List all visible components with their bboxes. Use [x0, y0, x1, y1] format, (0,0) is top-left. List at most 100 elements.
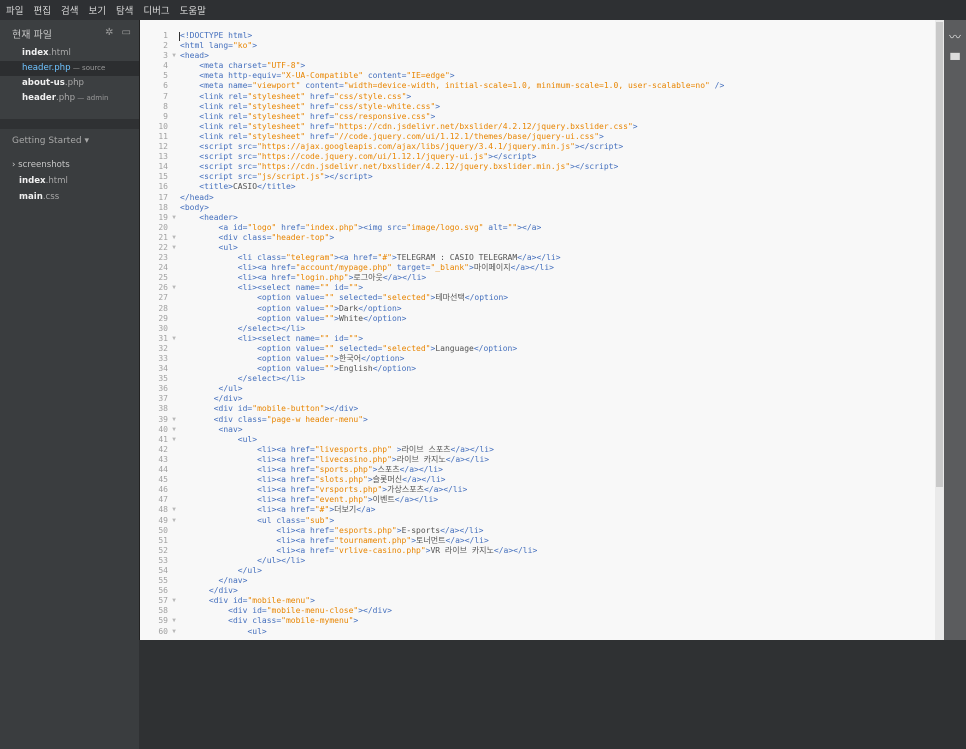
- extension-manager-icon[interactable]: ▀: [944, 53, 966, 67]
- fold-arrow-icon[interactable]: ▼: [168, 596, 180, 606]
- code-line[interactable]: 60 ▼ <ul>: [140, 627, 724, 637]
- code-line[interactable]: 55 </nav>: [140, 576, 724, 586]
- fold-arrow-icon[interactable]: ▼: [168, 516, 180, 526]
- fold-arrow-icon[interactable]: ▼: [168, 233, 180, 243]
- code-line[interactable]: 46 <li><a href="vrsports.php">가상스포츠</a><…: [140, 485, 724, 495]
- code-line[interactable]: 6 <meta name="viewport" content="width=d…: [140, 81, 724, 91]
- working-file-item[interactable]: index.html: [0, 46, 139, 61]
- fold-arrow-icon[interactable]: ▼: [168, 435, 180, 445]
- code-line[interactable]: 21 ▼ <div class="header-top">: [140, 233, 724, 243]
- code-line[interactable]: 1 <!DOCTYPE html>: [140, 31, 724, 41]
- code-line[interactable]: 29 <option value="">White</option>: [140, 314, 724, 324]
- code-lines[interactable]: 1 <!DOCTYPE html> 2 <html lang="ko"> 3 ▼ <head…: [140, 31, 724, 637]
- code-line[interactable]: 49 ▼ <ul class="sub">: [140, 516, 724, 526]
- working-file-item[interactable]: header.php — admin: [0, 91, 139, 106]
- fold-arrow-icon[interactable]: ▼: [168, 505, 180, 515]
- tree-file[interactable]: index.html: [0, 173, 139, 189]
- menu-item[interactable]: 도움말: [180, 3, 206, 17]
- code-line[interactable]: 57 ▼ <div id="mobile-menu">: [140, 596, 724, 606]
- line-number: 44: [158, 465, 168, 475]
- menu-item[interactable]: 편집: [33, 3, 50, 17]
- code-line[interactable]: 16 <title>CASIO</title>: [140, 182, 724, 192]
- code-line[interactable]: 14 <script src="https://cdn.jsdelivr.net…: [140, 162, 724, 172]
- code-line[interactable]: 42 <li><a href="livesports.php" >라이브 스포츠…: [140, 445, 724, 455]
- code-line[interactable]: 52 <li><a href="vrlive-casino.php">VR 라이…: [140, 546, 724, 556]
- fold-gutter: [168, 586, 180, 596]
- code-line[interactable]: 51 <li><a href="tournament.php">토너먼트</a>…: [140, 536, 724, 546]
- working-file-item[interactable]: about-us.php: [0, 76, 139, 91]
- code-line[interactable]: 24 <li><a href="account/mypage.php" targ…: [140, 263, 724, 273]
- code-line[interactable]: 50 <li><a href="esports.php">E-sports</a…: [140, 526, 724, 536]
- fold-gutter: [168, 102, 180, 112]
- settings-gear-icon[interactable]: ✲: [105, 27, 113, 38]
- code-line[interactable]: 12 <script src="https://ajax.googleapis.…: [140, 142, 724, 152]
- code-line[interactable]: 40 ▼ <nav>: [140, 425, 724, 435]
- menu-item[interactable]: 검색: [61, 3, 78, 17]
- menu-item[interactable]: 디버그: [143, 3, 169, 17]
- vertical-scrollbar[interactable]: [935, 20, 944, 640]
- code-line[interactable]: 35 </select></li>: [140, 374, 724, 384]
- code-line[interactable]: 41 ▼ <ul>: [140, 435, 724, 445]
- fold-arrow-icon[interactable]: ▼: [168, 616, 180, 626]
- code-line[interactable]: 18 <body>: [140, 203, 724, 213]
- code-line[interactable]: 20 <a id="logo" href="index.php"><img sr…: [140, 223, 724, 233]
- code-line[interactable]: 22 ▼ <ul>: [140, 243, 724, 253]
- code-line[interactable]: 34 <option value="">English</option>: [140, 364, 724, 374]
- code-line[interactable]: 2 <html lang="ko">: [140, 41, 724, 51]
- tree-file[interactable]: main.css: [0, 189, 139, 205]
- menu-item[interactable]: 보기: [88, 3, 105, 17]
- code-line[interactable]: 26 ▼ <li><select name="" id="">: [140, 283, 724, 293]
- code-line[interactable]: 25 <li><a href="login.php">로그아웃</a></li>: [140, 273, 724, 283]
- code-line[interactable]: 43 <li><a href="livecasino.php">라이브 카지노<…: [140, 455, 724, 465]
- split-view-icon[interactable]: ▭: [122, 27, 131, 38]
- code-line[interactable]: 15 <script src="js/script.js"></script>: [140, 172, 724, 182]
- code-line[interactable]: 9 <link rel="stylesheet" href="css/respo…: [140, 112, 724, 122]
- code-editor[interactable]: 1 <!DOCTYPE html> 2 <html lang="ko"> 3 ▼ <head…: [139, 20, 936, 640]
- fold-arrow-icon[interactable]: ▼: [168, 334, 180, 344]
- code-line[interactable]: 11 <link rel="stylesheet" href="//code.j…: [140, 132, 724, 142]
- code-line[interactable]: 30 </select></li>: [140, 324, 724, 334]
- code-line[interactable]: 28 <option value="">Dark</option>: [140, 304, 724, 314]
- tree-folder[interactable]: › screenshots: [0, 157, 139, 173]
- working-file-item[interactable]: header.php — source: [0, 61, 139, 76]
- code-line[interactable]: 7 <link rel="stylesheet" href="css/style…: [140, 92, 724, 102]
- scrollbar-thumb[interactable]: [936, 22, 943, 487]
- fold-arrow-icon[interactable]: ▼: [168, 627, 180, 637]
- fold-arrow-icon[interactable]: ▼: [168, 243, 180, 253]
- code-line[interactable]: 58 <div id="mobile-menu-close"></div>: [140, 606, 724, 616]
- live-preview-icon[interactable]: 〰: [944, 28, 966, 45]
- fold-arrow-icon[interactable]: ▼: [168, 213, 180, 223]
- code-line[interactable]: 3 ▼ <head>: [140, 51, 724, 61]
- code-line[interactable]: 32 <option value="" selected="selected">…: [140, 344, 724, 354]
- fold-arrow-icon[interactable]: ▼: [168, 425, 180, 435]
- code-line[interactable]: 37 </div>: [140, 394, 724, 404]
- code-line[interactable]: 56 </div>: [140, 586, 724, 596]
- fold-arrow-icon[interactable]: ▼: [168, 283, 180, 293]
- fold-arrow-icon[interactable]: ▼: [168, 51, 180, 61]
- code-line[interactable]: 48 ▼ <li><a href="#">더보기</a>: [140, 505, 724, 515]
- code-line[interactable]: 47 <li><a href="event.php">이벤트</a></li>: [140, 495, 724, 505]
- code-line[interactable]: 5 <meta http-equiv="X-UA-Compatible" con…: [140, 71, 724, 81]
- code-line[interactable]: 38 <div id="mobile-button"></div>: [140, 404, 724, 414]
- code-line[interactable]: 19 ▼ <header>: [140, 213, 724, 223]
- code-line[interactable]: 8 <link rel="stylesheet" href="css/style…: [140, 102, 724, 112]
- code-line[interactable]: 4 <meta charset="UTF-8">: [140, 61, 724, 71]
- code-line[interactable]: 54 </ul>: [140, 566, 724, 576]
- code-line[interactable]: 17 </head>: [140, 193, 724, 203]
- code-line[interactable]: 44 <li><a href="sports.php">스포츠</a></li>: [140, 465, 724, 475]
- menu-item[interactable]: 탐색: [116, 3, 133, 17]
- code-line[interactable]: 13 <script src="https://code.jquery.com/…: [140, 152, 724, 162]
- project-dropdown[interactable]: Getting Started ▾: [0, 129, 139, 153]
- code-line[interactable]: 23 <li class="telegram"><a href="#">TELE…: [140, 253, 724, 263]
- code-line[interactable]: 59 ▼ <div class="mobile-mymenu">: [140, 616, 724, 626]
- code-line[interactable]: 53 </ul></li>: [140, 556, 724, 566]
- code-line[interactable]: 31 ▼ <li><select name="" id="">: [140, 334, 724, 344]
- code-line[interactable]: 27 <option value="" selected="selected">…: [140, 293, 724, 303]
- code-line[interactable]: 33 <option value="">한국어</option>: [140, 354, 724, 364]
- fold-arrow-icon[interactable]: ▼: [168, 415, 180, 425]
- code-line[interactable]: 36 </ul>: [140, 384, 724, 394]
- menu-item[interactable]: 파일: [6, 3, 23, 17]
- code-line[interactable]: 10 <link rel="stylesheet" href="https://…: [140, 122, 724, 132]
- code-line[interactable]: 45 <li><a href="slots.php">슬롯머신</a></li>: [140, 475, 724, 485]
- code-line[interactable]: 39 ▼ <div class="page-w header-menu">: [140, 415, 724, 425]
